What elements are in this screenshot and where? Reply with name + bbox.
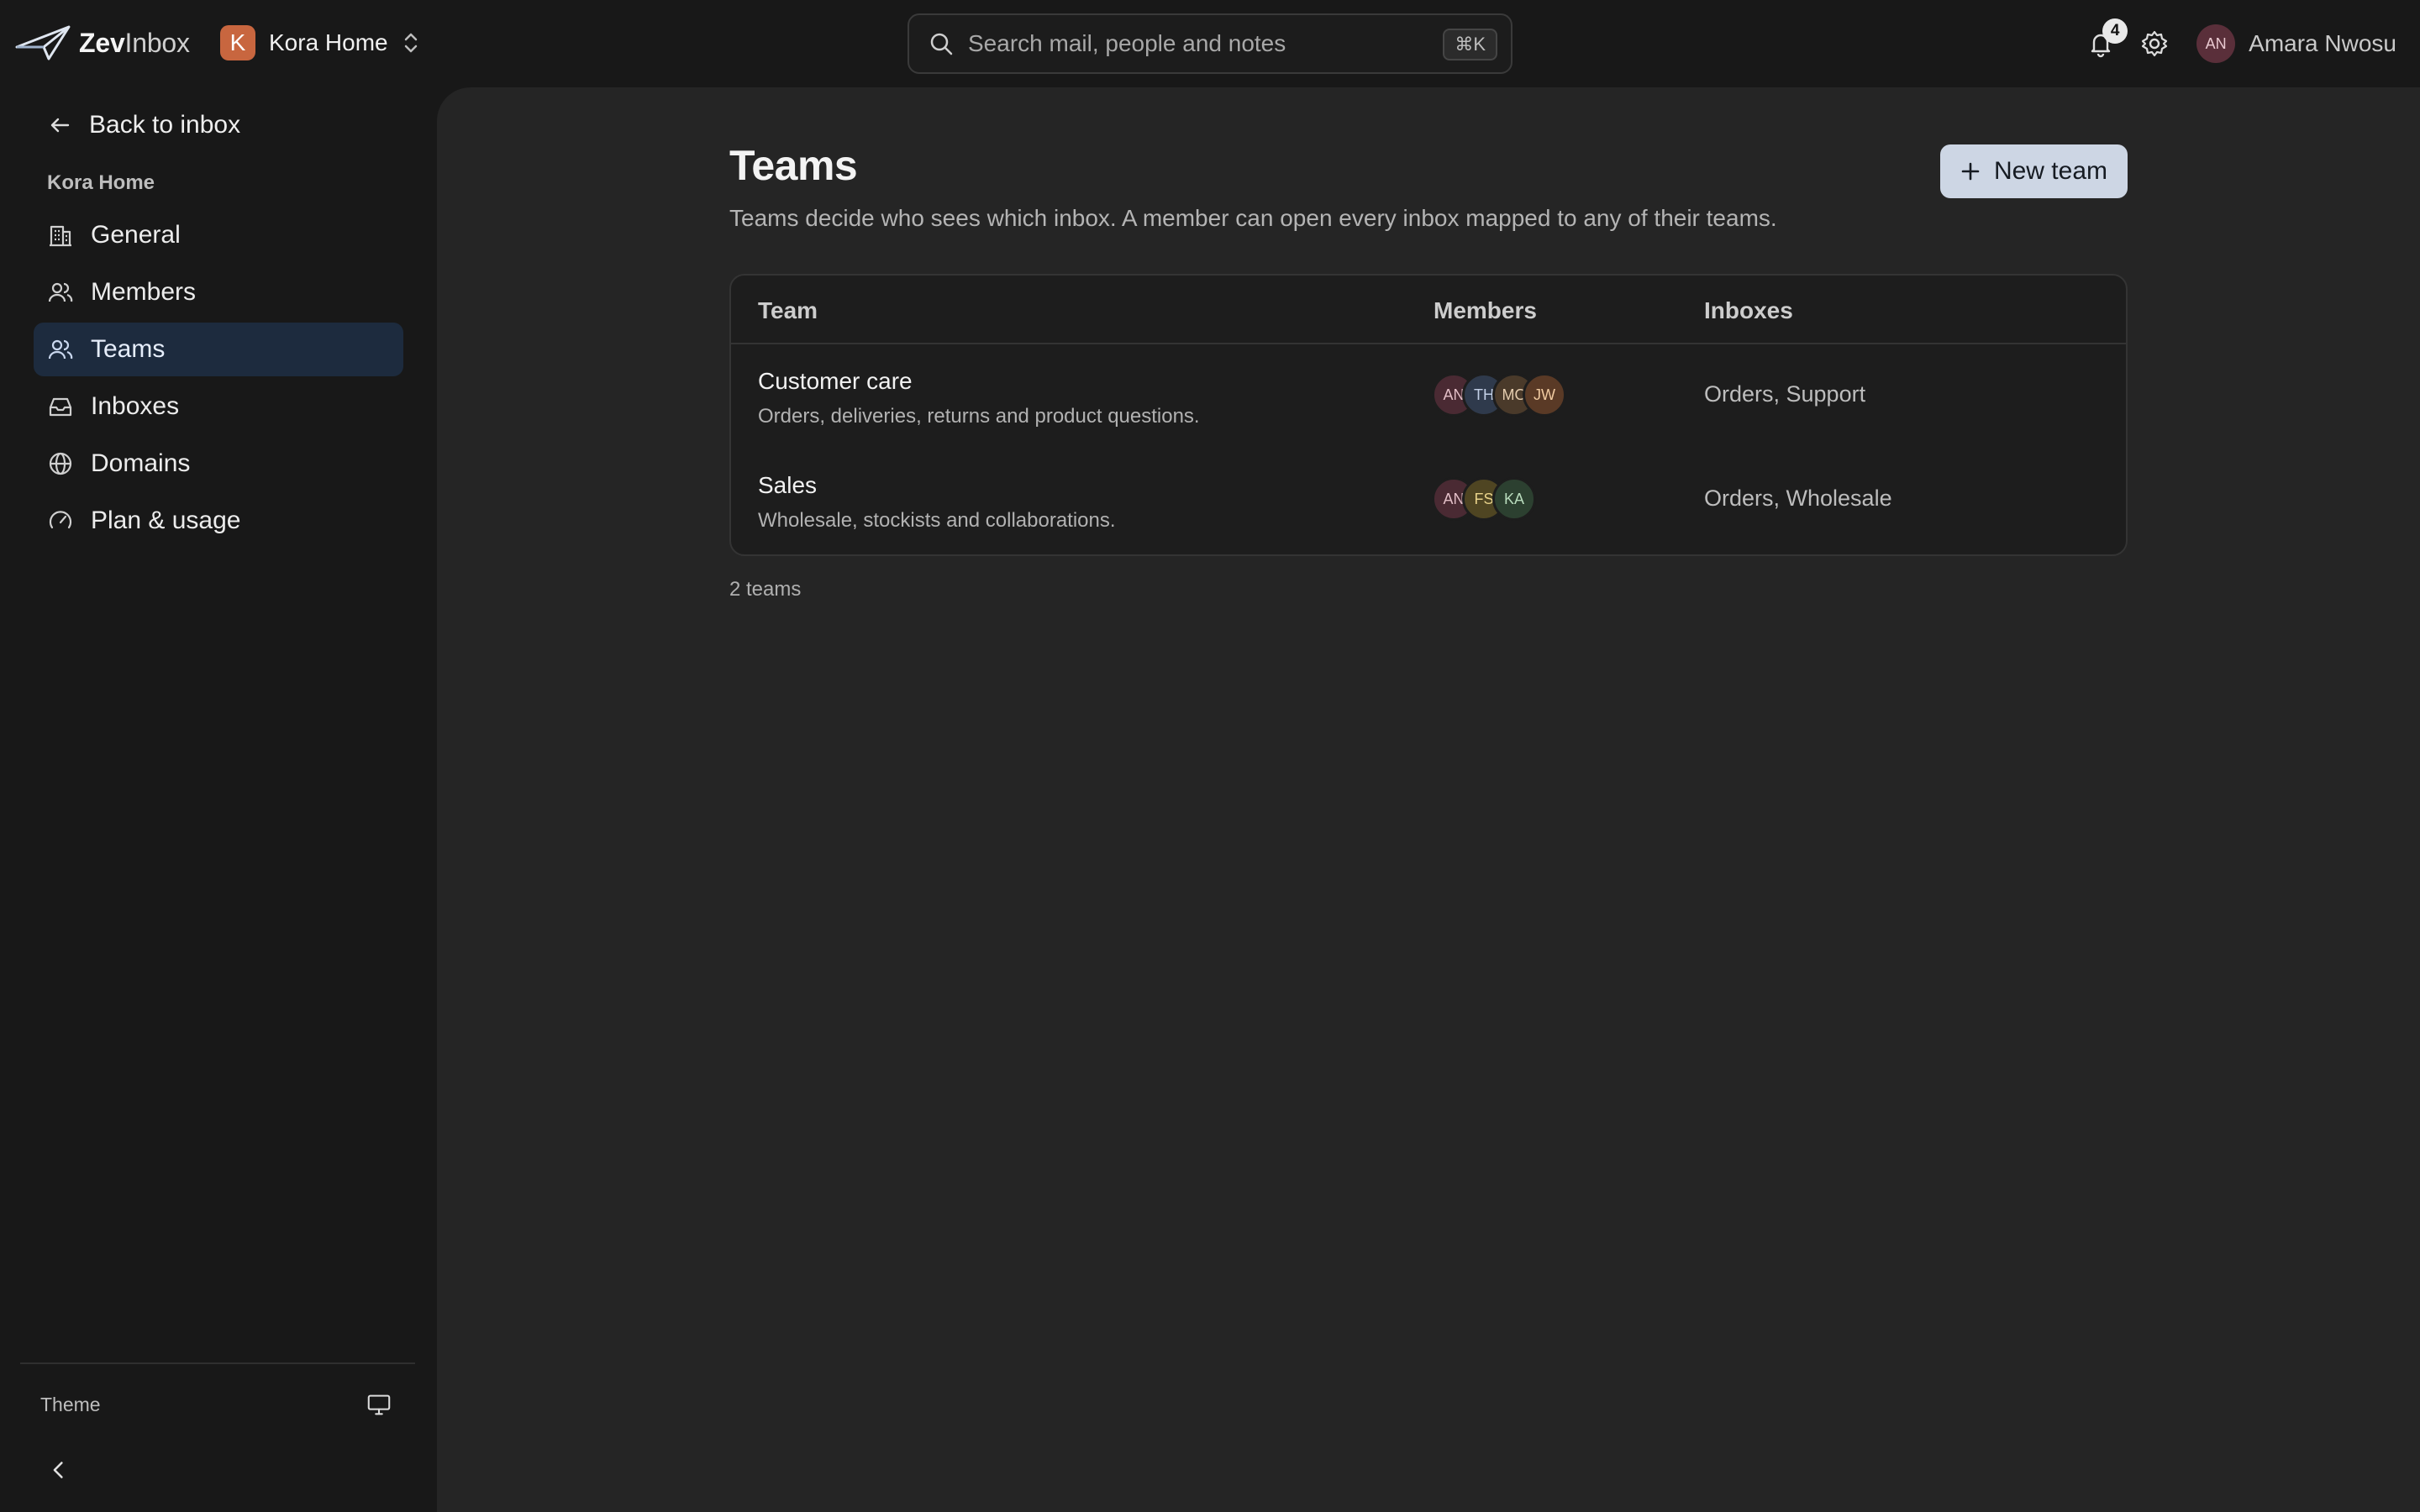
sidebar-item-label: Domains xyxy=(91,449,191,477)
settings-sidebar: Back to inbox Kora Home General Members xyxy=(0,87,437,1512)
users-icon xyxy=(48,282,73,302)
workspace-name: Kora Home xyxy=(269,29,388,55)
sidebar-item-inboxes[interactable]: Inboxes xyxy=(34,380,403,433)
sidebar-item-label: Inboxes xyxy=(91,392,180,420)
workspace-avatar: K xyxy=(220,25,255,60)
chevron-left-icon xyxy=(53,1462,63,1478)
plus-icon xyxy=(1961,162,1980,181)
arrow-left-icon xyxy=(50,118,70,133)
team-cell: Customer care Orders, deliveries, return… xyxy=(758,368,1200,428)
sidebar-item-label: Teams xyxy=(91,335,166,363)
settings-nav: General Members Teams Inboxes Domains Pl… xyxy=(34,208,403,551)
sidebar-item-teams[interactable]: Teams xyxy=(34,323,403,376)
app-logo[interactable]: ZevInbox xyxy=(15,22,190,64)
avatar: KA xyxy=(1492,477,1536,521)
user-group-icon xyxy=(48,339,73,360)
sidebar-item-label: Members xyxy=(91,278,197,306)
sidebar-item-members[interactable]: Members xyxy=(34,265,403,319)
main-panel: Teams Teams decide who sees which inbox.… xyxy=(437,87,2420,1512)
team-description: Orders, deliveries, returns and product … xyxy=(758,405,1200,428)
page-subtitle: Teams decide who sees which inbox. A mem… xyxy=(729,205,1777,231)
inbox-icon xyxy=(49,397,72,417)
new-team-button[interactable]: New team xyxy=(1939,144,2128,198)
team-description: Wholesale, stockists and collaborations. xyxy=(758,509,1116,532)
building-icon xyxy=(50,225,71,247)
notification-count-badge: 4 xyxy=(2102,18,2128,44)
search-icon xyxy=(930,33,953,55)
sidebar-item-label: Plan & usage xyxy=(91,507,241,534)
back-to-inbox-link[interactable]: Back to inbox xyxy=(47,111,240,139)
team-inboxes: Orders, Wholesale xyxy=(1704,486,1892,511)
member-avatars: AN FS KA xyxy=(1432,477,1536,521)
new-team-label: New team xyxy=(1993,157,2107,185)
gauge-icon xyxy=(49,511,72,529)
app-name: ZevInbox xyxy=(79,27,190,58)
sidebar-divider xyxy=(20,1362,415,1364)
settings-button[interactable] xyxy=(2131,20,2178,67)
sidebar-section-label: Kora Home xyxy=(47,171,155,194)
workspace-switcher[interactable]: K Kora Home xyxy=(220,25,420,60)
collapse-sidebar-button[interactable] xyxy=(47,1453,74,1487)
table-header: Team Members Inboxes xyxy=(731,276,2126,344)
teams-page: Teams Teams decide who sees which inbox.… xyxy=(729,141,2128,601)
column-header-members: Members xyxy=(1434,297,1537,323)
back-to-inbox-label: Back to inbox xyxy=(89,111,241,139)
globe-icon xyxy=(49,452,72,475)
user-menu[interactable]: AN Amara Nwosu xyxy=(2196,24,2396,63)
teams-count: 2 teams xyxy=(729,578,802,601)
column-header-team: Team xyxy=(758,297,818,323)
page-title: Teams xyxy=(729,142,858,189)
user-name: Amara Nwosu xyxy=(2249,30,2396,56)
sidebar-item-label: General xyxy=(91,221,181,249)
teams-table: Team Members Inboxes Customer care Order… xyxy=(729,274,2128,556)
member-avatars: AN TH MO JW xyxy=(1432,373,1566,417)
sidebar-item-plan-usage[interactable]: Plan & usage xyxy=(34,494,403,548)
search-input[interactable] xyxy=(968,30,1422,57)
global-search[interactable]: ⌘K xyxy=(908,13,1512,74)
avatar: JW xyxy=(1523,373,1566,417)
team-inboxes: Orders, Support xyxy=(1704,381,1866,407)
theme-row: Theme xyxy=(40,1386,393,1423)
paper-plane-logo-icon xyxy=(15,25,71,60)
team-name: Sales xyxy=(758,472,818,498)
team-name: Customer care xyxy=(758,368,913,394)
sidebar-item-domains[interactable]: Domains xyxy=(34,437,403,491)
top-bar: ZevInbox K Kora Home ⌘K 4 xyxy=(0,0,2420,87)
column-header-inboxes: Inboxes xyxy=(1704,297,1793,323)
gear-icon xyxy=(2142,30,2168,57)
table-row[interactable]: Sales Wholesale, stockists and collabora… xyxy=(731,449,2126,553)
sidebar-item-general[interactable]: General xyxy=(34,208,403,262)
theme-label: Theme xyxy=(40,1393,101,1415)
monitor-icon xyxy=(367,1394,391,1415)
chevron-up-down-icon xyxy=(404,33,417,53)
notifications-button[interactable]: 4 xyxy=(2077,18,2128,67)
search-shortcut-badge: ⌘K xyxy=(1443,29,1497,60)
avatar: AN xyxy=(2196,24,2236,63)
team-cell: Sales Wholesale, stockists and collabora… xyxy=(758,472,1116,533)
header-actions: 4 AN Amara Nwosu xyxy=(2077,17,2396,71)
table-row[interactable]: Customer care Orders, deliveries, return… xyxy=(731,344,2126,449)
theme-toggle-button[interactable] xyxy=(365,1390,393,1419)
